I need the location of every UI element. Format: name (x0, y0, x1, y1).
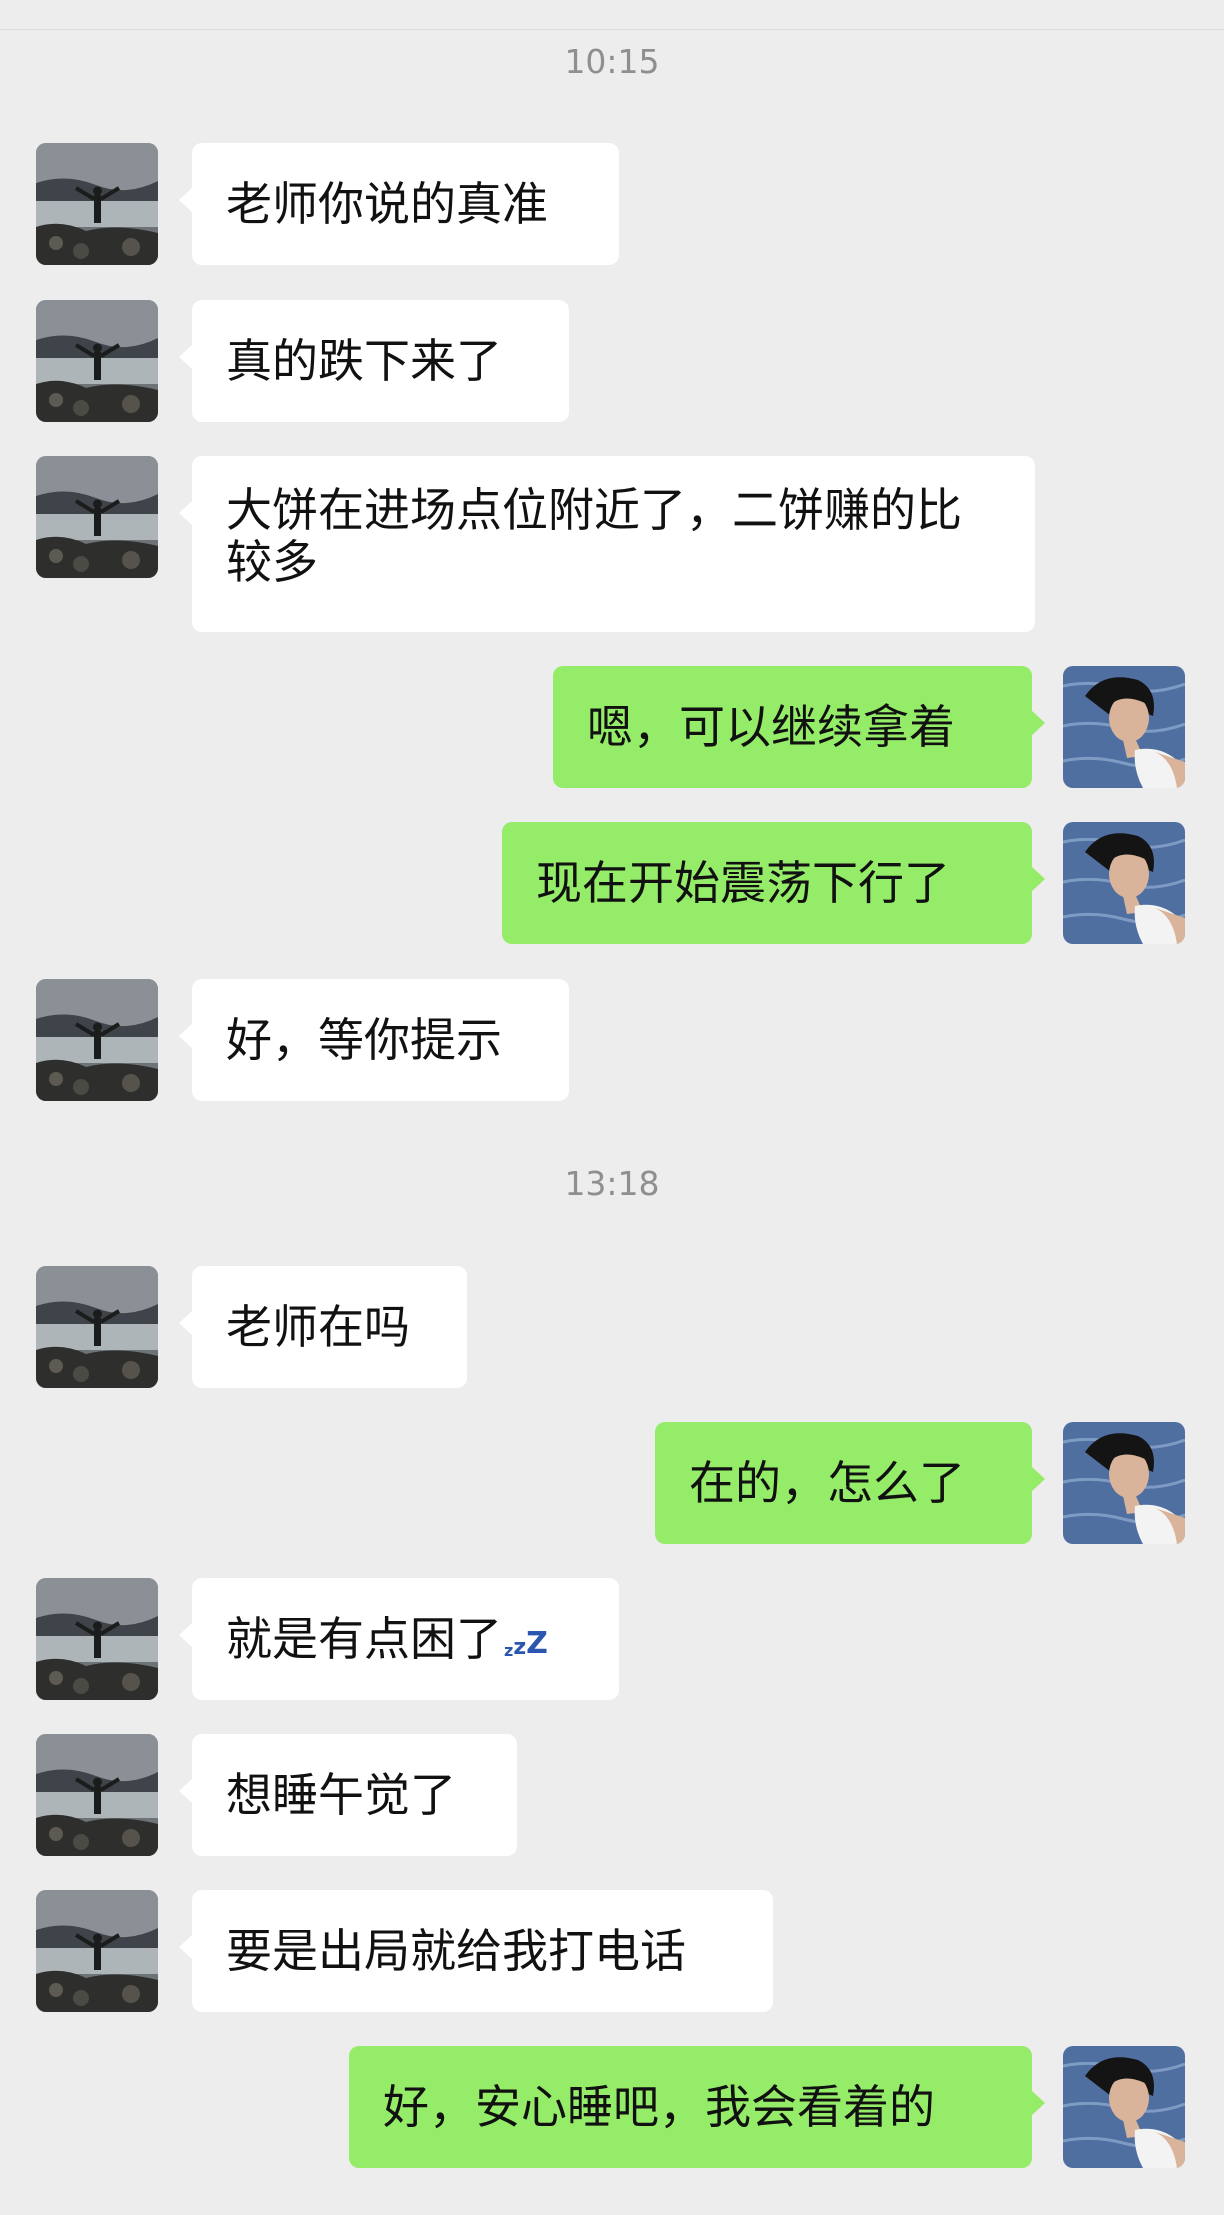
timestamp: 13:18 (564, 1164, 660, 1203)
contact-avatar[interactable] (36, 1266, 158, 1388)
message-text: 要是出局就给我打电话 (226, 1924, 686, 1978)
portrait-avatar-icon (1063, 666, 1185, 788)
message-text: 老师在吗 (226, 1300, 410, 1354)
portrait-avatar-icon (1063, 2046, 1185, 2168)
contact-avatar[interactable] (36, 456, 158, 578)
message-bubble-incoming[interactable]: 老师在吗 (179, 1266, 467, 1388)
contact-avatar[interactable] (36, 979, 158, 1101)
message-text: 真的跌下来了 (226, 334, 502, 388)
self-avatar[interactable] (1063, 822, 1185, 944)
chat-history[interactable]: 10:15 老师你说的真准 真的跌下来了 大饼在进场点位附近了，二饼赚的比较多 … (0, 0, 1224, 2215)
landscape-avatar-icon (36, 1266, 158, 1388)
portrait-avatar-icon (1063, 822, 1185, 944)
message-bubble-incoming[interactable]: 老师你说的真准 (179, 143, 619, 265)
message-text: 在的，怎么了 (689, 1456, 965, 1510)
message-bubble-incoming[interactable]: 要是出局就给我打电话 (179, 1890, 773, 2012)
self-avatar[interactable] (1063, 666, 1185, 788)
contact-avatar[interactable] (36, 300, 158, 422)
message-text: 嗯，可以继续拿着 (587, 700, 955, 754)
portrait-avatar-icon (1063, 1422, 1185, 1544)
message-text: 现在开始震荡下行了 (536, 856, 950, 910)
contact-avatar[interactable] (36, 1578, 158, 1700)
message-bubble-incoming[interactable]: 真的跌下来了 (179, 300, 569, 422)
message-bubble-outgoing[interactable]: 现在开始震荡下行了 (502, 822, 1045, 944)
message-bubble-incoming[interactable]: 想睡午觉了 (179, 1734, 517, 1856)
message-text: 大饼在进场点位附近了，二饼赚的比较多 (226, 483, 962, 589)
message-bubble-outgoing[interactable]: 嗯，可以继续拿着 (553, 666, 1045, 788)
contact-avatar[interactable] (36, 1734, 158, 1856)
landscape-avatar-icon (36, 300, 158, 422)
contact-avatar[interactable] (36, 143, 158, 265)
message-bubble-outgoing[interactable]: 好，安心睡吧，我会看着的 (349, 2046, 1045, 2168)
message-text: 老师你说的真准 (226, 177, 548, 231)
self-avatar[interactable] (1063, 1422, 1185, 1544)
landscape-avatar-icon (36, 456, 158, 578)
message-text: 想睡午觉了 (226, 1768, 456, 1822)
message-text: 好，等你提示 (226, 1013, 502, 1067)
message-bubble-outgoing[interactable]: 在的，怎么了 (655, 1422, 1045, 1544)
message-text: 好，安心睡吧，我会看着的 (383, 2080, 935, 2134)
contact-avatar[interactable] (36, 1890, 158, 2012)
landscape-avatar-icon (36, 143, 158, 265)
self-avatar[interactable] (1063, 2046, 1185, 2168)
timestamp: 10:15 (564, 42, 660, 81)
landscape-avatar-icon (36, 1890, 158, 2012)
message-bubble-incoming[interactable]: 就是有点困了 zzZ (179, 1578, 619, 1700)
landscape-avatar-icon (36, 979, 158, 1101)
message-bubble-incoming[interactable]: 大饼在进场点位附近了，二饼赚的比较多 (179, 456, 1035, 632)
landscape-avatar-icon (36, 1578, 158, 1700)
sleeping-zzz-icon: zzZ (504, 1626, 548, 1661)
message-text: 就是有点困了 (226, 1612, 502, 1666)
landscape-avatar-icon (36, 1734, 158, 1856)
message-bubble-incoming[interactable]: 好，等你提示 (179, 979, 569, 1101)
